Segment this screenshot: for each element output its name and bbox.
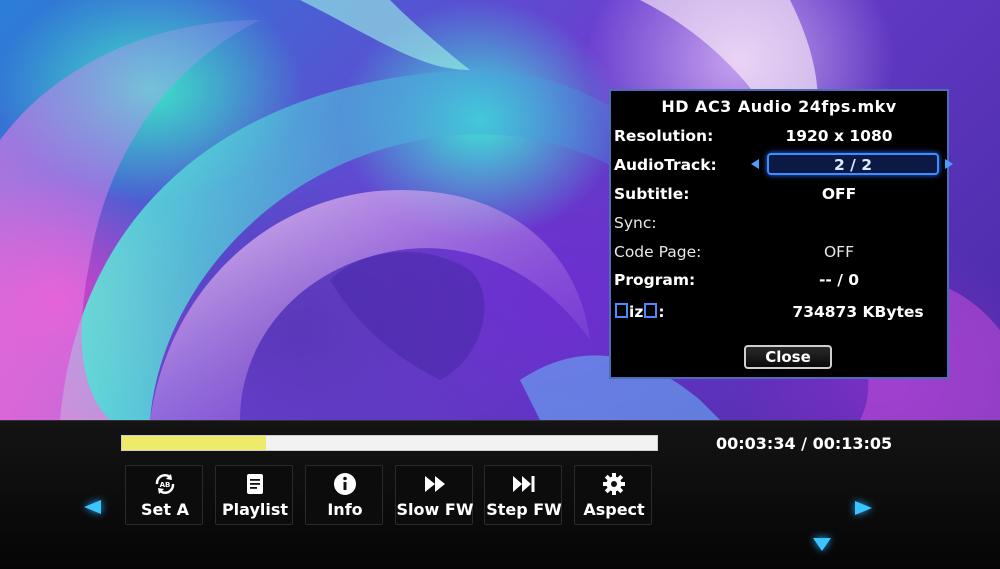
file-name-title: HD AC3 Audio 24fps.mkv	[661, 97, 897, 116]
audiotrack-value: 2 / 2	[833, 156, 873, 174]
set-a-button[interactable]: AB Set A	[125, 465, 203, 525]
progress-fill	[122, 436, 267, 450]
step-forward-icon	[513, 476, 535, 492]
size-label-end: :	[658, 303, 665, 321]
subtitle-label: Subtitle:	[614, 185, 690, 203]
playlist-label: Playlist	[221, 500, 289, 519]
program-label: Program:	[614, 271, 696, 289]
progress-bar[interactable]	[121, 435, 658, 451]
player-control-bar: 00:03:34 / 00:13:05 AB Set A Playlist In…	[0, 420, 1000, 569]
size-label-mid: iz	[629, 303, 644, 321]
playlist-button[interactable]: Playlist	[215, 465, 293, 525]
arrow-left-icon[interactable]	[751, 159, 759, 169]
audiotrack-selector[interactable]: 2 / 2	[767, 153, 939, 175]
nav-down-arrow-icon[interactable]	[813, 538, 831, 551]
info-row-codepage: Code Page: OFF	[613, 241, 949, 265]
gear-icon	[603, 473, 625, 495]
sync-label: Sync:	[614, 214, 657, 232]
codepage-label: Code Page:	[614, 243, 702, 261]
aspect-label: Aspect	[583, 500, 645, 519]
nav-right-arrow-icon[interactable]	[855, 501, 872, 515]
program-value: -- / 0	[818, 271, 860, 289]
file-info-dialog: HD AC3 Audio 24fps.mkv Resolution: 1920 …	[609, 89, 953, 379]
missing-glyph-icon	[644, 303, 658, 318]
info-row-audiotrack[interactable]: AudioTrack: 2 / 2	[613, 153, 953, 178]
slow-fw-label: Slow FW	[396, 500, 474, 519]
svg-text:AB: AB	[160, 481, 171, 489]
info-row-subtitle: Subtitle: OFF	[613, 183, 949, 207]
info-row-program: Program: -- / 0	[613, 269, 949, 293]
resolution-value: 1920 x 1080	[785, 127, 893, 145]
slow-forward-icon	[425, 476, 445, 492]
ab-repeat-icon: AB	[155, 474, 175, 494]
subtitle-value: OFF	[821, 185, 857, 203]
info-icon	[334, 473, 356, 495]
resolution-label: Resolution:	[614, 127, 714, 145]
arrow-right-icon[interactable]	[945, 159, 953, 169]
aspect-button[interactable]: Aspect	[574, 465, 652, 525]
info-row-resolution: Resolution: 1920 x 1080	[613, 125, 949, 149]
info-row-sync: Sync:	[613, 212, 949, 236]
playlist-icon	[247, 474, 263, 494]
slow-fw-button[interactable]: Slow FW	[395, 465, 473, 525]
codepage-value: OFF	[823, 243, 855, 261]
nav-left-arrow-icon[interactable]	[84, 500, 101, 514]
size-label: iz:	[614, 303, 665, 321]
size-value: 734873 KBytes	[792, 303, 924, 321]
step-fw-button[interactable]: Step FW	[484, 465, 562, 525]
missing-glyph-icon	[615, 303, 628, 318]
step-fw-label: Step FW	[486, 500, 562, 519]
info-label: Info	[327, 500, 363, 519]
info-row-size: iz: 734873 KBytes	[613, 301, 949, 325]
audiotrack-label: AudioTrack:	[614, 156, 717, 174]
playback-time: 00:03:34 / 00:13:05	[716, 434, 893, 453]
close-button[interactable]: Close	[744, 345, 832, 369]
info-button[interactable]: Info	[305, 465, 383, 525]
set-a-label: Set A	[141, 500, 189, 519]
